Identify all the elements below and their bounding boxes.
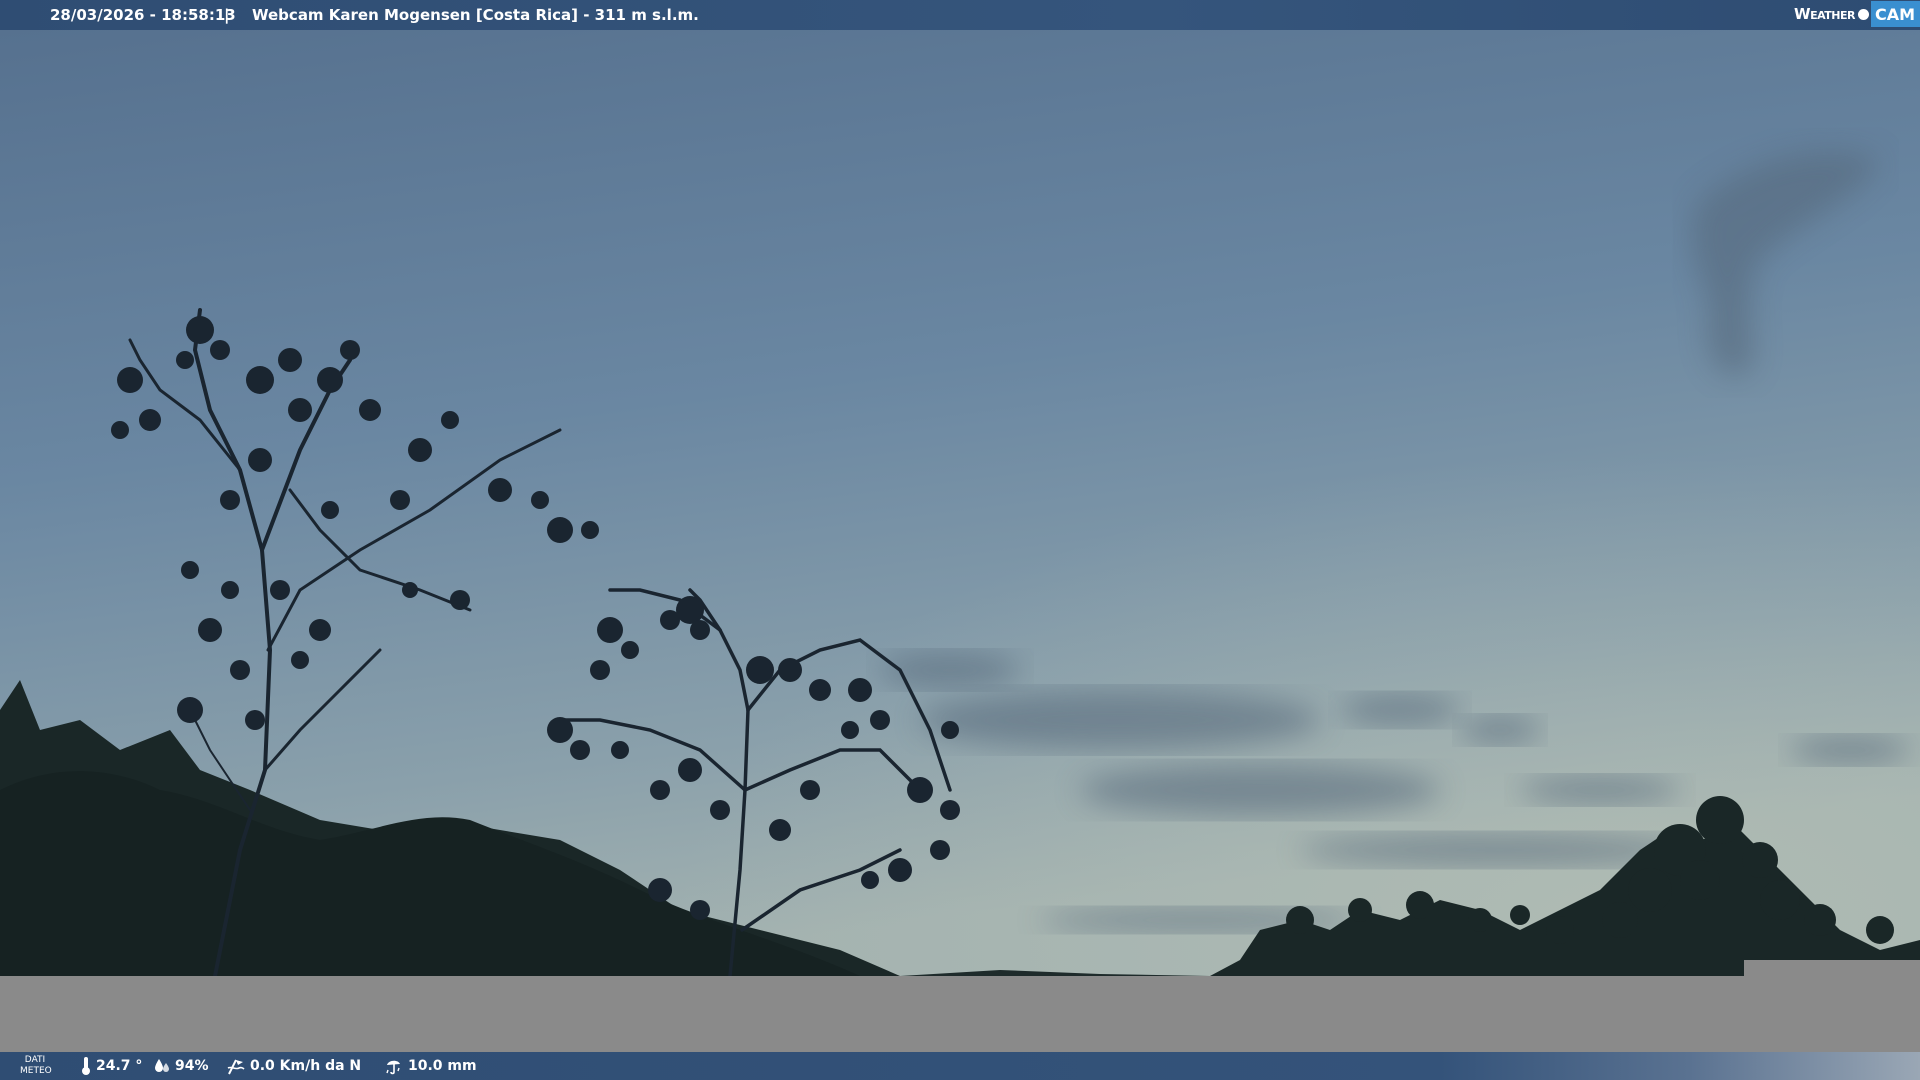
webcam-title: Webcam Karen Mogensen [Costa Rica] - 311… xyxy=(252,6,699,24)
weather-data-bar: DATI METEO 24.7 ° 94% 0.0 Km/h da N 10.0… xyxy=(0,1052,1920,1080)
webcam-image xyxy=(0,30,1920,976)
logo-dot-icon xyxy=(1857,8,1869,20)
humidity-readout: 94% xyxy=(153,1052,209,1080)
top-info-bar: 28/03/2026 - 18:58:13 | Webcam Karen Mog… xyxy=(0,0,1920,30)
timestamp: 28/03/2026 - 18:58:13 xyxy=(50,6,236,24)
temperature-value: 24.7 ° xyxy=(96,1058,143,1074)
thermometer-icon xyxy=(82,1057,90,1075)
humidity-value: 94% xyxy=(175,1058,209,1074)
grey-fill-area xyxy=(0,976,1920,1052)
logo-cam-text: CAM xyxy=(1870,1,1920,27)
rain-readout: 10.0 mm xyxy=(384,1052,477,1080)
wind-value: 0.0 Km/h da N xyxy=(250,1058,362,1074)
weathercam-logo[interactable]: Weather CAM xyxy=(1794,0,1920,28)
temperature-readout: 24.7 ° xyxy=(80,1052,142,1080)
humidity-icon xyxy=(155,1059,169,1072)
rain-value: 10.0 mm xyxy=(408,1058,477,1074)
rain-icon xyxy=(386,1060,400,1075)
logo-weather-text: Weather xyxy=(1794,5,1855,23)
webcam-viewer: 28/03/2026 - 18:58:13 | Webcam Karen Mog… xyxy=(0,0,1920,1080)
wind-icon xyxy=(227,1059,245,1075)
wind-readout: 0.0 Km/h da N xyxy=(226,1052,361,1080)
weather-data-label: DATI METEO xyxy=(20,1055,52,1076)
separator: | xyxy=(224,6,230,24)
